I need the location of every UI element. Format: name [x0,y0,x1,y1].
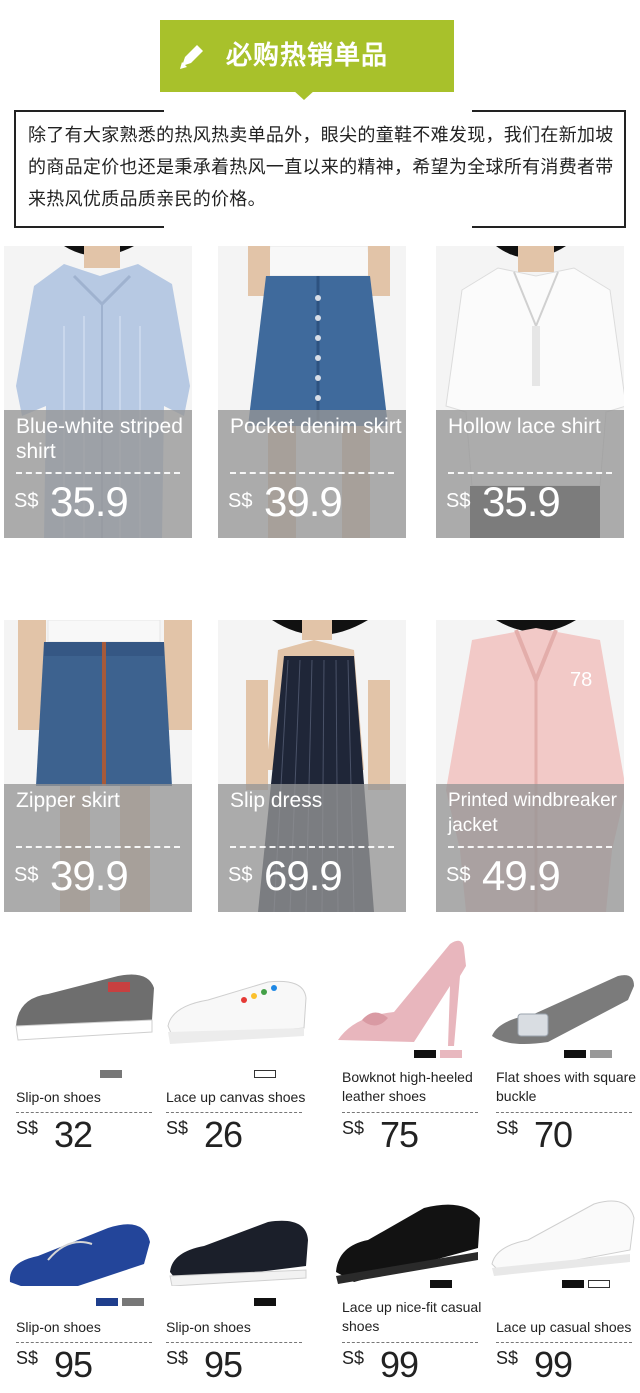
shoe-photo-black-leather [336,1204,480,1284]
dashed-divider [16,1342,152,1343]
product-name: Pocket denim skirt [230,415,402,438]
pencil-icon [180,45,203,69]
color-swatch[interactable] [588,1280,610,1288]
product-name: Hollow lace shirt [448,415,601,438]
product-price: 69.9 [264,852,343,899]
dashed-divider [16,1112,152,1113]
product-name: Slip dress [230,789,323,812]
intro-text: 除了有大家熟悉的热风热卖单品外，眼尖的童鞋不难发现，我们在新加坡的商品定价也还是… [28,125,614,210]
shoe-name: Slip-on shoes [166,1319,251,1335]
dashed-divider [448,472,612,474]
section-title: 必购热销单品 [226,41,389,71]
currency-label: S$ [496,1348,519,1368]
shoe-photo-pink-heels [338,940,466,1046]
dashed-divider [342,1112,478,1113]
shoe-name: Lace up casual shoes [496,1319,632,1335]
color-swatch[interactable] [564,1050,586,1058]
product-card-lace-up-canvas-shoes[interactable]: Lace up canvas shoes S$ 26 [158,936,314,1156]
product-price: 39.9 [264,478,343,525]
currency-label: S$ [342,1118,365,1138]
dashed-divider [496,1112,632,1113]
product-card-slip-on-shoes-blue[interactable]: Slip-on shoes S$ 95 [8,1166,164,1386]
dashed-divider [166,1112,302,1113]
shoe-photo-black-slip-on [169,1220,308,1286]
dashed-divider [16,846,180,848]
product-price: 35.9 [482,478,561,525]
dashed-divider [448,846,612,848]
banner-pointer [293,90,315,100]
color-swatch[interactable] [100,1070,122,1078]
color-swatch[interactable] [430,1280,452,1288]
product-card-windbreaker-jacket[interactable]: 78 Printed windbreaker jacket S$ 49.9 [436,620,624,912]
color-swatch[interactable] [122,1298,144,1306]
dashed-divider [342,1342,478,1343]
currency-label: S$ [16,1118,39,1138]
currency-label: S$ [228,490,253,512]
color-swatch[interactable] [440,1050,462,1058]
shoe-photo-white-sneaker [491,1200,635,1276]
product-card-zipper-skirt[interactable]: Zipper skirt S$ 39.9 [4,620,192,912]
currency-label: S$ [166,1118,189,1138]
currency-label: S$ [342,1348,365,1368]
shoe-name: Lace up nice-fit casual shoes [342,1299,482,1334]
currency-label: S$ [496,1118,519,1138]
product-name: Blue-white striped shirt [16,415,183,463]
product-card-slip-on-shoes-grey[interactable]: Slip-on shoes S$ 32 [8,936,164,1156]
color-swatch[interactable] [414,1050,436,1058]
section-banner: 必购热销单品 [160,20,454,92]
currency-label: S$ [228,864,253,886]
dashed-divider [166,1342,302,1343]
product-card-slip-on-shoes-black[interactable]: Slip-on shoes S$ 95 [158,1166,314,1386]
shoe-photo-grey-flats [492,975,634,1044]
product-card-nice-fit-casual-shoes[interactable]: Lace up nice-fit casual shoes S$ 99 [334,1166,490,1386]
product-price: 49.9 [482,852,561,899]
product-name: Zipper skirt [16,789,120,812]
dashed-divider [230,472,394,474]
product-card-lace-up-casual-shoes[interactable]: Lace up casual shoes S$ 99 [488,1166,640,1386]
currency-label: S$ [166,1348,189,1368]
shoe-name: Flat shoes with square buckle [496,1069,637,1104]
shoe-name: Lace up canvas shoes [166,1089,306,1105]
product-card-slip-dress[interactable]: Slip dress S$ 69.9 [218,620,406,912]
intro-box: 除了有大家熟悉的热风热卖单品外，眼尖的童鞋不难发现，我们在新加坡的商品定价也还是… [14,110,626,228]
shoe-price: 75 [380,1114,419,1155]
dashed-divider [496,1342,632,1343]
shoe-price: 26 [204,1114,243,1155]
color-swatch[interactable] [254,1070,276,1078]
color-swatch[interactable] [562,1280,584,1288]
shoe-price: 99 [380,1344,419,1385]
shoe-price: 32 [54,1114,93,1155]
product-name: Printed windbreaker jacket [448,790,617,836]
shoe-price: 70 [534,1114,573,1155]
product-card-pocket-denim-skirt[interactable]: Pocket denim skirt S$ 39.9 [218,246,406,538]
product-price: 39.9 [50,852,129,899]
product-price: 35.9 [50,478,129,525]
shoe-photo-blue-loafer [9,1224,150,1286]
shoe-name: Slip-on shoes [16,1089,101,1105]
product-card-hollow-lace-shirt[interactable]: Hollow lace shirt S$ 35.9 [436,246,624,538]
shoe-price: 95 [54,1344,93,1385]
currency-label: S$ [14,864,39,886]
dashed-divider [16,472,180,474]
shoe-name: Bowknot high-heeled leather shoes [342,1069,473,1104]
color-swatch[interactable] [96,1298,118,1306]
shoe-photo-white-canvas [167,980,307,1044]
product-card-bowknot-heels[interactable]: Bowknot high-heeled leather shoes S$ 75 [334,936,490,1156]
dashed-divider [230,846,394,848]
product-card-square-buckle-flats[interactable]: Flat shoes with square buckle S$ 70 [488,936,640,1156]
currency-label: S$ [16,1348,39,1368]
color-swatch[interactable] [590,1050,612,1058]
currency-label: S$ [14,490,39,512]
currency-label: S$ [446,864,471,886]
shoe-price: 99 [534,1344,573,1385]
currency-label: S$ [446,490,471,512]
shoe-photo-grey-slip-on [15,974,154,1041]
product-card-striped-shirt[interactable]: Blue-white striped shirt S$ 35.9 [4,246,192,538]
shoe-price: 95 [204,1344,243,1385]
shoe-name: Slip-on shoes [16,1319,101,1335]
color-swatch[interactable] [254,1298,276,1306]
svg-text:78: 78 [570,669,592,691]
